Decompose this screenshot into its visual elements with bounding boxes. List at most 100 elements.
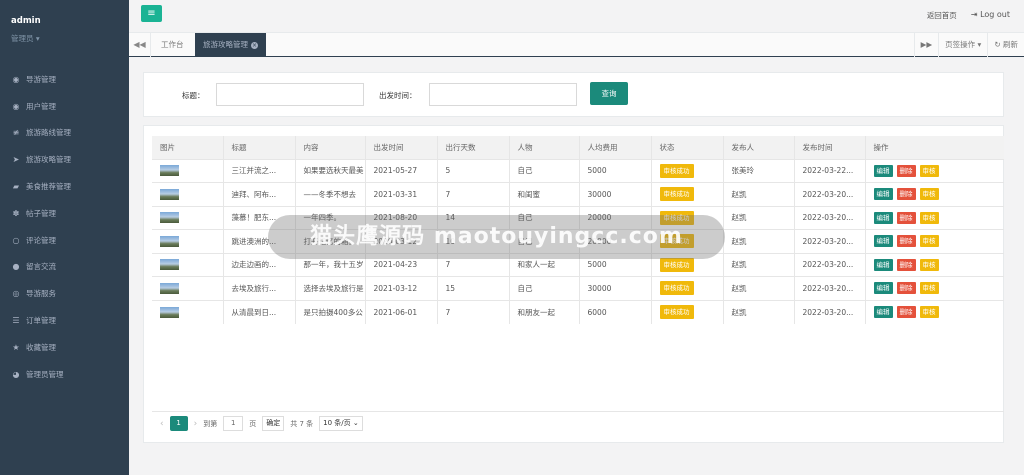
delete-button[interactable]: 删除 (896, 282, 916, 295)
cell-date: 2021-05-27 (365, 158, 438, 183)
edit-button[interactable]: 编辑 (873, 282, 893, 295)
sidebar-item-food[interactable]: ▰ 美食推荐管理 (0, 173, 129, 200)
tabs-scroll-right-icon[interactable]: ▶▶ (913, 33, 939, 57)
cell-title: 迪拜、阿布... (223, 182, 296, 206)
menu-toggle-button[interactable]: ≡ (141, 5, 162, 22)
user-icon: ◕ (12, 369, 20, 379)
cell-date: 2021-06-01 (365, 299, 438, 324)
cell-publisher: 赵凯 (723, 229, 795, 253)
cell-cost: 6000 (579, 299, 652, 324)
sidebar-item-label: 留言交流 (26, 262, 56, 272)
tab-workbench[interactable]: 工作台 (153, 33, 192, 57)
sidebar-item-label: 美食推荐管理 (26, 182, 71, 192)
cell-content: ——冬季不想去 (295, 182, 366, 206)
username: admin (11, 16, 41, 26)
audit-button[interactable]: 审核 (919, 235, 939, 248)
edit-button[interactable]: 编辑 (873, 258, 893, 271)
delete-button[interactable]: 删除 (896, 211, 916, 224)
sidebar-item-routes[interactable]: ≢ 旅游路线管理 (0, 120, 129, 147)
sidebar-item-users[interactable]: ◉ 用户管理 (0, 93, 129, 120)
cell-ops: 编辑 删除 审核 (865, 229, 1004, 253)
edit-button[interactable]: 编辑 (873, 235, 893, 248)
table-row: 迪拜、阿布... ——冬季不想去 2021-03-31 7 和闺蜜 30000 审核成功 赵凯… (152, 182, 1004, 206)
sidebar-item-favorites[interactable]: ★ 收藏管理 (0, 334, 129, 361)
thumbnail-cell (152, 205, 224, 230)
tab-ops-dropdown[interactable]: 页签操作 ▾ (938, 33, 987, 57)
audit-button[interactable]: 审核 (919, 188, 939, 201)
col-header: 内容 (295, 136, 366, 159)
cell-status: 审核成功 (651, 299, 724, 324)
sidebar-item-admins[interactable]: ◕ 管理员管理 (0, 361, 129, 388)
sidebar-item-guide-service[interactable]: ◎ 导游服务 (0, 280, 129, 307)
tab-strategies[interactable]: 旅游攻略管理 × (195, 33, 266, 57)
page-size-value: 10 条/页 (323, 419, 351, 427)
audit-button[interactable]: 审核 (919, 211, 939, 224)
col-header: 人物 (509, 136, 580, 159)
audit-button[interactable]: 审核 (919, 306, 939, 318)
cell-title: 去埃及旅行... (223, 276, 296, 300)
top-right-links: 返回首页 ⇥ Log out (927, 10, 1010, 21)
page-number-current[interactable]: 1 (169, 416, 188, 431)
status-badge: 审核成功 (659, 305, 694, 319)
delete-button[interactable]: 删除 (896, 258, 916, 271)
next-page-icon[interactable]: › (194, 419, 198, 429)
delete-button[interactable]: 删除 (896, 235, 916, 248)
title-filter-input[interactable] (216, 83, 364, 106)
sidebar-item-messages[interactable]: ● 留言交流 (0, 254, 129, 281)
delete-button[interactable]: 删除 (896, 164, 916, 177)
thumbnail-image (160, 282, 179, 294)
thumbnail-image (160, 306, 179, 318)
thumbnail-cell (152, 276, 224, 300)
sidebar-item-orders[interactable]: ☰ 订单管理 (0, 307, 129, 334)
refresh-button[interactable]: ↻ 刷新 (987, 33, 1024, 57)
audit-button[interactable]: 审核 (919, 282, 939, 295)
sidebar-item-label: 订单管理 (26, 316, 56, 326)
goto-confirm-button[interactable]: 确定 (262, 416, 285, 431)
star-icon: ★ (12, 342, 20, 352)
edit-button[interactable]: 编辑 (873, 188, 893, 201)
total-count: 共 7 条 (290, 419, 314, 428)
audit-button[interactable]: 审核 (919, 258, 939, 271)
cell-days: 7 (437, 182, 510, 206)
prev-page-icon[interactable]: ‹ (160, 419, 164, 429)
cell-publisher: 张美玲 (723, 158, 795, 183)
col-header: 图片 (152, 136, 224, 159)
logout-link[interactable]: ⇥ Log out (971, 10, 1010, 21)
cell-pubtime: 2022-03-20... (794, 252, 866, 277)
thumbnail-image (160, 259, 179, 271)
tab-ops-label: 页签操作 (945, 40, 976, 49)
role-dropdown[interactable]: 管理员 ▾ (11, 33, 129, 44)
delete-button[interactable]: 删除 (896, 306, 916, 318)
cell-cost: 5000 (579, 158, 652, 183)
cell-pubtime: 2022-03-22... (794, 158, 866, 183)
page-size-select[interactable]: 10 条/页 ⌄ (319, 416, 363, 431)
query-button[interactable]: 查询 (590, 82, 628, 105)
col-header: 标题 (223, 136, 296, 159)
goto-page-input[interactable]: 1 (223, 416, 244, 431)
sidebar-item-label: 管理员管理 (26, 369, 64, 379)
edit-button[interactable]: 编辑 (873, 211, 893, 224)
sidebar-item-posts[interactable]: ✽ 帖子管理 (0, 200, 129, 227)
edit-button[interactable]: 编辑 (873, 164, 893, 177)
tabs-scroll-left-icon[interactable]: ◀◀ (129, 33, 151, 57)
sidebar-item-guide[interactable]: ◉ 导游管理 (0, 66, 129, 93)
caret-down-icon: ▾ (977, 40, 982, 49)
sidebar: admin 管理员 ▾ ◉ 导游管理 ◉ 用户管理 ≢ 旅游路线管理 ➤ 旅游攻略管理 … (0, 0, 129, 475)
date-filter-input[interactable] (429, 83, 577, 106)
cell-status: 审核成功 (651, 182, 724, 206)
thumbnail-cell (152, 252, 224, 277)
chevron-down-icon: ⌄ (352, 419, 359, 427)
list-icon: ☰ (12, 316, 20, 326)
sidebar-item-label: 旅游路线管理 (26, 128, 71, 138)
delete-button[interactable]: 删除 (896, 188, 916, 201)
cell-days: 15 (437, 276, 510, 300)
home-link[interactable]: 返回首页 (927, 10, 957, 21)
close-tab-icon[interactable]: × (251, 42, 258, 49)
sidebar-item-strategies[interactable]: ➤ 旅游攻略管理 (0, 146, 129, 173)
cell-people: 和朋友一起 (509, 299, 580, 324)
cell-date: 2021-03-12 (365, 276, 438, 300)
watermark-banner: 猫头鹰源码 maotouyingcc.com (268, 215, 725, 259)
sidebar-item-comments[interactable]: ○ 评论管理 (0, 227, 129, 254)
edit-button[interactable]: 编辑 (873, 306, 893, 318)
audit-button[interactable]: 审核 (919, 164, 939, 177)
